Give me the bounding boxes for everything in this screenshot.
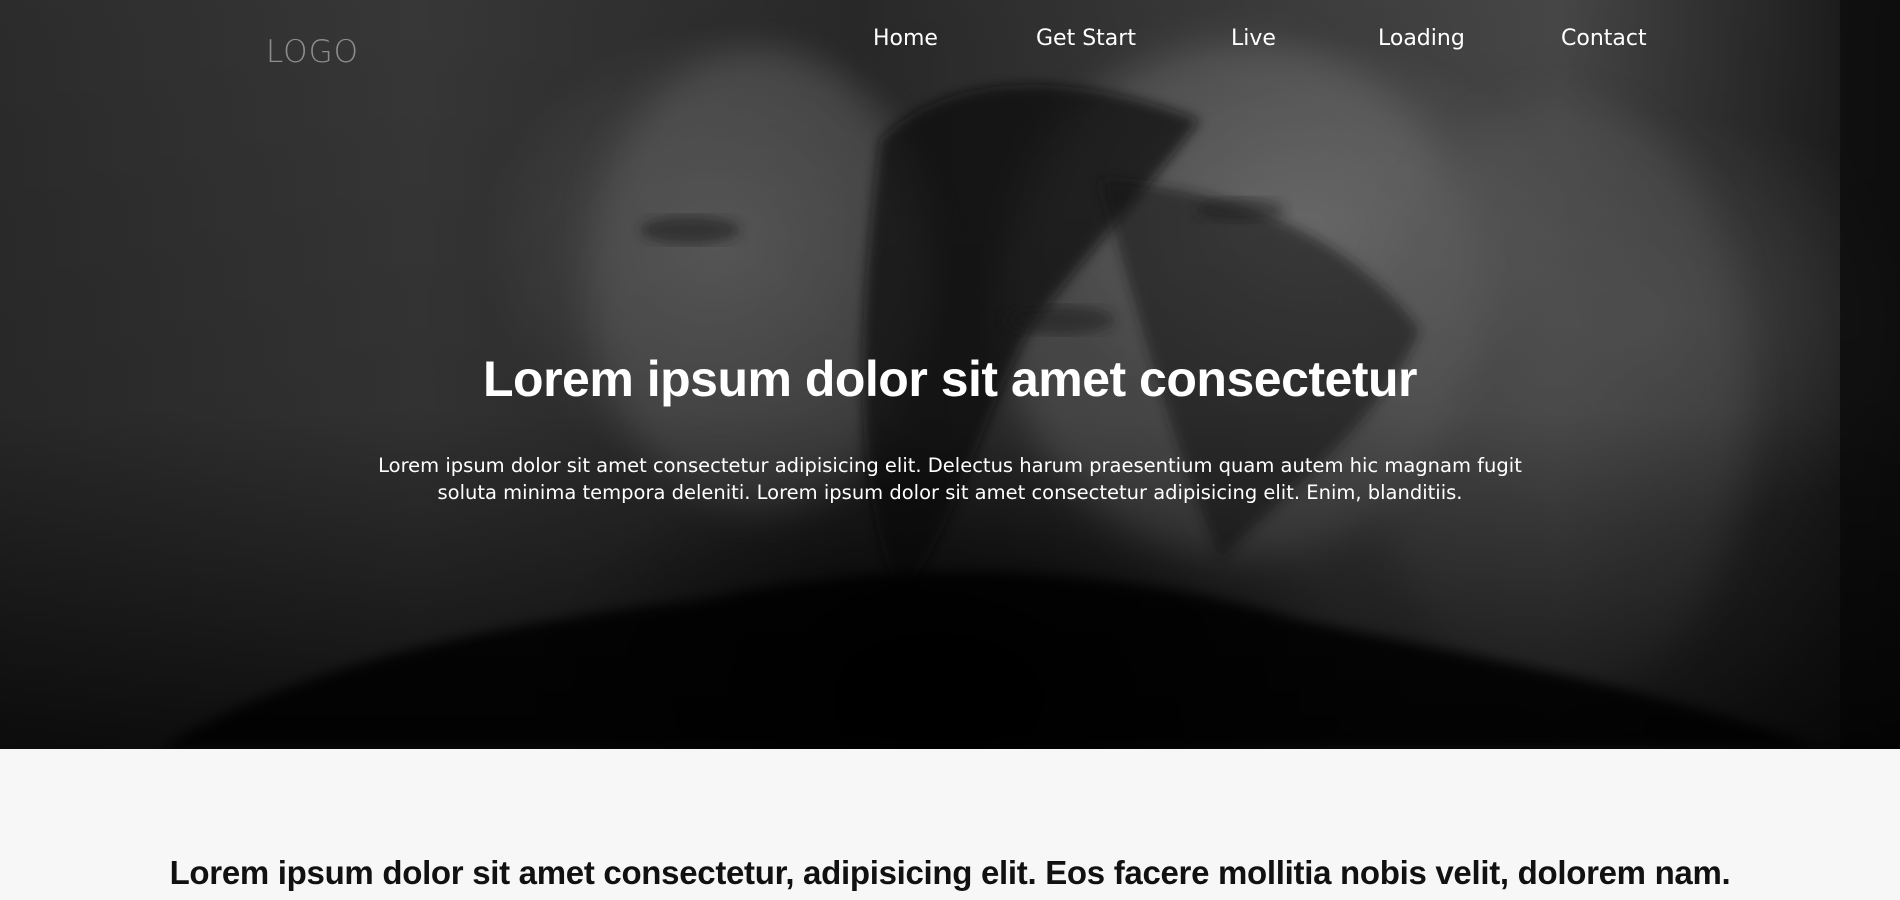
section-heading: Lorem ipsum dolor sit amet consectetur, … — [169, 854, 1731, 891]
hero-section: LOGO Home Get Start Live Loading Contact… — [0, 0, 1900, 749]
main-navigation: Home Get Start Live Loading Contact — [0, 26, 1900, 60]
hero-description: Lorem ipsum dolor sit amet consectetur a… — [378, 454, 1522, 504]
nav-link-contact[interactable]: Contact — [1561, 26, 1647, 51]
nav-link-loading[interactable]: Loading — [1378, 26, 1465, 51]
nav-link-home[interactable]: Home — [873, 26, 938, 51]
nav-link-live[interactable]: Live — [1231, 26, 1276, 51]
nav-link-get-start[interactable]: Get Start — [1036, 26, 1136, 51]
hero-title: Lorem ipsum dolor sit amet consectetur — [483, 351, 1417, 407]
